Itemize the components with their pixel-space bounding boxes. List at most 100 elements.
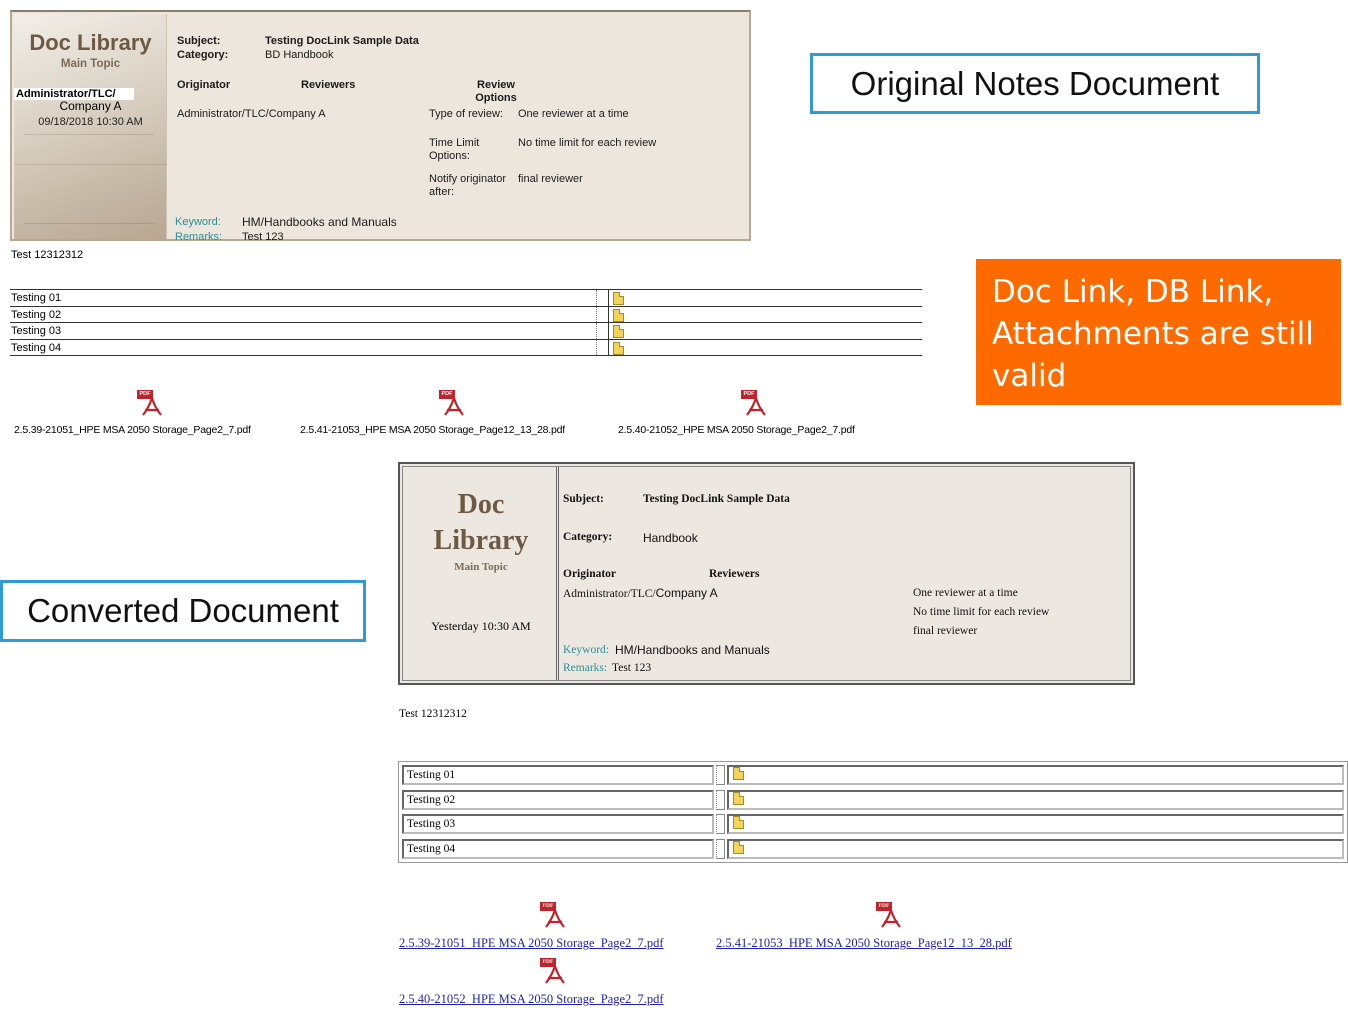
cell-separator — [608, 306, 609, 322]
row-label: Testing 04 — [11, 341, 62, 354]
originator-label: Originator — [177, 79, 231, 91]
logo-subtitle: Main Topic — [60, 58, 121, 70]
category-label: Category: — [563, 531, 613, 543]
row-label: Testing 01 — [402, 765, 714, 785]
cell-separator — [596, 306, 597, 322]
table-row: Testing 03 — [400, 812, 1346, 837]
pdf-icon[interactable]: PDF — [876, 902, 904, 930]
created-date: Yesterday 10:30 AM — [431, 619, 531, 633]
category-value: BD Handbook — [265, 49, 334, 61]
cell-separator — [596, 290, 597, 306]
subject-label: Subject: — [563, 493, 604, 505]
doclink-icon[interactable] — [733, 840, 744, 854]
table-row: Testing 03 — [10, 322, 922, 340]
cell-separator — [608, 290, 609, 306]
cell-separator — [596, 339, 597, 355]
table-row: Testing 01 — [400, 763, 1346, 788]
logo-subtitle: Main Topic — [454, 561, 508, 573]
pdf-icon[interactable]: PDF — [540, 902, 568, 930]
keyword-value: HM/Handbooks and Manuals — [242, 215, 397, 229]
attachment-link[interactable]: 2.5.40-21052_HPE MSA 2050 Storage_Page2_… — [399, 992, 664, 1007]
table-row: Testing 01 — [10, 289, 922, 307]
pdf-icon[interactable]: PDF — [741, 390, 769, 418]
subject-value: Testing DocLink Sample Data — [265, 35, 419, 47]
keyword-value: HM/Handbooks and Manuals — [615, 643, 770, 657]
type-of-review-value: One reviewer at a time — [518, 108, 629, 120]
links-valid-callout: Doc Link, DB Link, Attachments are still… — [976, 259, 1341, 405]
row-label: Testing 03 — [402, 814, 714, 834]
originator-value: Administrator/TLC/Company A — [177, 108, 326, 120]
link-cell — [727, 789, 1344, 810]
row-label: Testing 04 — [402, 838, 714, 859]
notify-label: Notify originator after: — [429, 173, 507, 198]
keyword-label: Keyword: — [563, 644, 609, 656]
cell-separator — [716, 838, 725, 859]
table-row: Testing 04 — [400, 837, 1346, 862]
attachment-name[interactable]: 2.5.39-21051_HPE MSA 2050 Storage_Page2_… — [14, 424, 251, 436]
originator-label: Originator — [563, 568, 617, 580]
logo-title: Doc Library — [29, 30, 152, 55]
review-options-label: Review Options — [475, 79, 517, 104]
callout-line: Doc Link, DB Link, — [992, 274, 1274, 310]
table-row: Testing 02 — [10, 305, 922, 323]
doclink-icon[interactable] — [733, 767, 744, 780]
category-label: Category: — [177, 49, 229, 61]
doclink-icon[interactable] — [613, 292, 624, 305]
remarks-value: Test 123 — [242, 231, 284, 243]
subject-label: Subject: — [177, 35, 221, 47]
callout-line: valid — [992, 358, 1067, 394]
notify-value: final reviewer — [518, 173, 583, 185]
doclink-icon[interactable] — [733, 791, 744, 805]
callout-line: Attachments are still — [992, 316, 1314, 352]
remarks-value: Test 123 — [612, 662, 652, 674]
doclink-icon[interactable] — [733, 816, 744, 829]
subject-value: Testing DocLink Sample Data — [643, 493, 790, 505]
original-notes-callout: Original Notes Document — [810, 53, 1260, 114]
pdf-icon[interactable]: PDF — [439, 390, 467, 418]
time-limit: No time limit for each review — [913, 606, 1050, 618]
converted-document: Doc Library Main Topic Yesterday 10:30 A… — [393, 458, 1348, 1010]
converted-header-panel: Doc Library Main Topic Yesterday 10:30 A… — [398, 462, 1135, 685]
pdf-icon[interactable]: PDF — [137, 390, 165, 418]
row-label: Testing 02 — [11, 308, 62, 321]
reviewers-label: Reviewers — [301, 79, 356, 91]
link-cell — [727, 838, 1344, 859]
original-notes-document: Doc Library Main Topic Administrator/TLC… — [6, 6, 924, 456]
converted-document-callout: Converted Document — [0, 580, 366, 642]
time-limit-value: No time limit for each review — [518, 137, 657, 149]
time-limit-label: Time Limit Options: — [429, 137, 480, 162]
logo-title: Doc Library — [433, 489, 529, 556]
body-text: Test 12312312 — [11, 249, 84, 261]
table-row: Testing 04 — [10, 338, 922, 356]
doclink-icon[interactable] — [613, 341, 624, 355]
originator-value: Administrator/TLC/Company A — [563, 586, 718, 600]
doclink-icon[interactable] — [613, 308, 624, 322]
link-cell — [727, 765, 1344, 785]
type-of-review-label: Type of review: — [429, 108, 503, 120]
attachment-link[interactable]: 2.5.41-21053_HPE MSA 2050 Storage_Page12… — [716, 936, 1012, 951]
cell-separator — [596, 323, 597, 339]
review-type: One reviewer at a time — [913, 587, 1018, 599]
attachment-name[interactable]: 2.5.41-21053_HPE MSA 2050 Storage_Page12… — [300, 424, 565, 436]
converted-link-table: Testing 01 Testing 02 Testing 03 Testing… — [398, 761, 1348, 863]
created-date: 09/18/2018 10:30 AM — [38, 116, 143, 128]
row-label: Testing 01 — [11, 292, 62, 304]
category-value: Handbook — [643, 531, 698, 545]
doclink-icon[interactable] — [613, 325, 624, 338]
keyword-label: Keyword: — [175, 216, 221, 228]
doc-library-logo: Doc Library Main Topic Administrator/TLC… — [14, 14, 167, 239]
table-row: Testing 02 — [400, 788, 1346, 813]
cell-separator — [716, 789, 725, 810]
book-graphic-lower — [14, 164, 167, 204]
remarks-label: Remarks: — [563, 662, 608, 674]
link-cell — [727, 814, 1344, 834]
attachment-link[interactable]: 2.5.39-21051_HPE MSA 2050 Storage_Page2_… — [399, 936, 664, 951]
row-label: Testing 03 — [11, 325, 62, 337]
cell-separator — [716, 765, 725, 785]
cell-separator — [608, 323, 609, 339]
cell-separator — [716, 814, 725, 834]
row-label: Testing 02 — [402, 789, 714, 810]
reviewers-label: Reviewers — [709, 568, 760, 580]
pdf-icon[interactable]: PDF — [540, 958, 568, 986]
attachment-name[interactable]: 2.5.40-21052_HPE MSA 2050 Storage_Page2_… — [618, 424, 855, 436]
